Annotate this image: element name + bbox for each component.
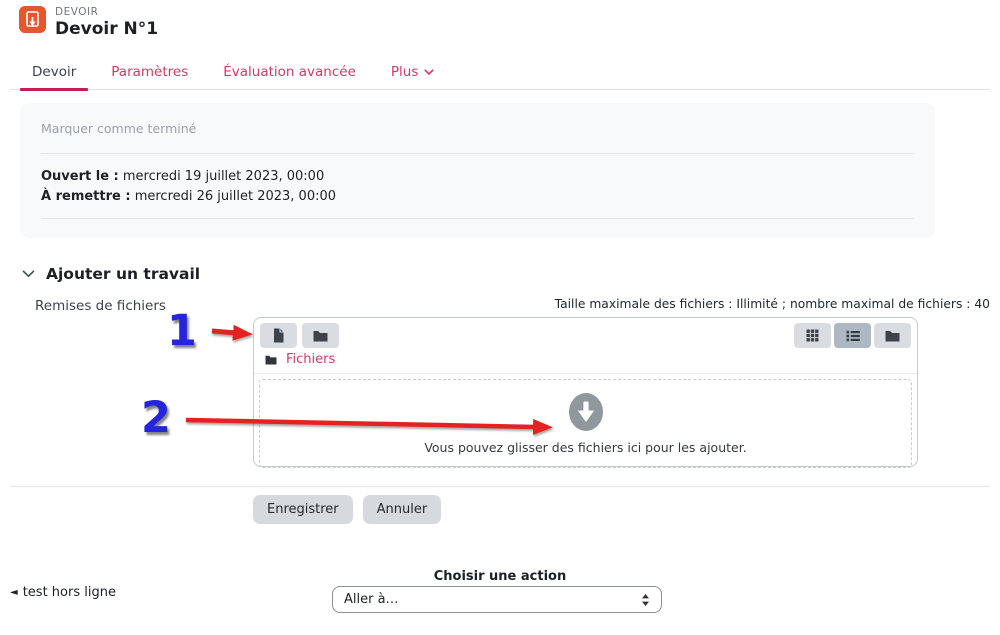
due-date-row: À remettre : mercredi 26 juillet 2023, 0… bbox=[41, 187, 914, 207]
create-folder-button[interactable] bbox=[302, 323, 339, 348]
previous-activity-label: test hors ligne bbox=[23, 585, 116, 600]
annotation-arrow-1 bbox=[212, 331, 236, 333]
chevron-down-icon bbox=[22, 270, 35, 278]
form-buttons: Enregistrer Annuler bbox=[253, 495, 441, 524]
view-toggle-group bbox=[794, 323, 911, 348]
due-date-label: À remettre : bbox=[41, 189, 131, 204]
left-pointer-icon: ◄ bbox=[10, 588, 18, 598]
completion-toggle[interactable]: Marquer comme terminé bbox=[41, 121, 914, 136]
tab-plus-label: Plus bbox=[391, 64, 418, 80]
tab-plus[interactable]: Plus bbox=[379, 55, 446, 89]
add-file-button[interactable] bbox=[260, 323, 297, 348]
list-view-icon bbox=[846, 330, 860, 342]
divider bbox=[41, 153, 914, 154]
activity-type-label: DEVOIR bbox=[55, 6, 158, 19]
divider bbox=[10, 486, 990, 487]
activity-header: DEVOIR Devoir N°1 bbox=[19, 6, 158, 40]
tree-view-icon bbox=[885, 330, 900, 342]
file-limits-text: Taille maximale des fichiers : Illimité … bbox=[555, 297, 990, 311]
open-date-value: mercredi 19 juillet 2023, 00:00 bbox=[123, 169, 324, 184]
tree-view-button[interactable] bbox=[874, 323, 911, 348]
section-title: Ajouter un travail bbox=[46, 265, 200, 283]
open-date-row: Ouvert le : mercredi 19 juillet 2023, 00… bbox=[41, 167, 914, 187]
download-arrow-icon bbox=[568, 392, 604, 432]
jump-to-select[interactable]: Aller à… bbox=[332, 586, 662, 613]
grid-view-button[interactable] bbox=[794, 323, 831, 348]
file-manager-toolbar bbox=[254, 318, 917, 351]
save-button[interactable]: Enregistrer bbox=[253, 495, 353, 524]
list-view-button[interactable] bbox=[834, 323, 871, 348]
tab-devoir[interactable]: Devoir bbox=[20, 55, 88, 89]
dropzone-hint-text: Vous pouvez glisser des fichiers ici pou… bbox=[424, 440, 746, 455]
select-spinner-icon bbox=[641, 593, 650, 607]
folder-icon bbox=[265, 355, 277, 365]
create-folder-icon bbox=[313, 330, 328, 342]
activity-info-panel: Marquer comme terminé Ouvert le : mercre… bbox=[20, 103, 935, 238]
file-dropzone[interactable]: Vous pouvez glisser des fichiers ici pou… bbox=[259, 379, 912, 468]
grid-view-icon bbox=[806, 329, 819, 342]
page: DEVOIR Devoir N°1 Devoir Paramètres Éval… bbox=[0, 0, 1000, 635]
file-manager-breadcrumb: Fichiers bbox=[254, 351, 917, 374]
header-text: DEVOIR Devoir N°1 bbox=[55, 6, 158, 40]
previous-activity-link[interactable]: ◄ test hors ligne bbox=[10, 585, 116, 600]
breadcrumb-files-link[interactable]: Fichiers bbox=[286, 352, 335, 367]
file-submissions-label: Remises de fichiers bbox=[35, 298, 166, 314]
page-title: Devoir N°1 bbox=[55, 19, 158, 40]
add-submission-section-toggle[interactable]: Ajouter un travail bbox=[22, 265, 200, 283]
annotation-number-1: 1 bbox=[167, 310, 197, 353]
activity-tabs: Devoir Paramètres Évaluation avancée Plu… bbox=[10, 55, 990, 90]
tab-evaluation-avancee[interactable]: Évaluation avancée bbox=[211, 55, 368, 89]
choose-action-label: Choisir une action bbox=[0, 569, 1000, 584]
open-date-label: Ouvert le : bbox=[41, 169, 119, 184]
due-date-value: mercredi 26 juillet 2023, 00:00 bbox=[135, 189, 336, 204]
divider bbox=[41, 218, 914, 219]
cancel-button[interactable]: Annuler bbox=[363, 495, 442, 524]
annotation-number-2: 2 bbox=[141, 397, 171, 440]
jump-to-selected-value: Aller à… bbox=[344, 592, 399, 607]
tab-parametres[interactable]: Paramètres bbox=[99, 55, 200, 89]
chevron-down-icon bbox=[424, 69, 434, 76]
assignment-icon bbox=[19, 6, 46, 33]
file-actions-group bbox=[260, 323, 339, 348]
file-manager: Fichiers Vous pouvez glisser des fichier… bbox=[253, 317, 918, 467]
add-file-icon bbox=[272, 328, 285, 343]
